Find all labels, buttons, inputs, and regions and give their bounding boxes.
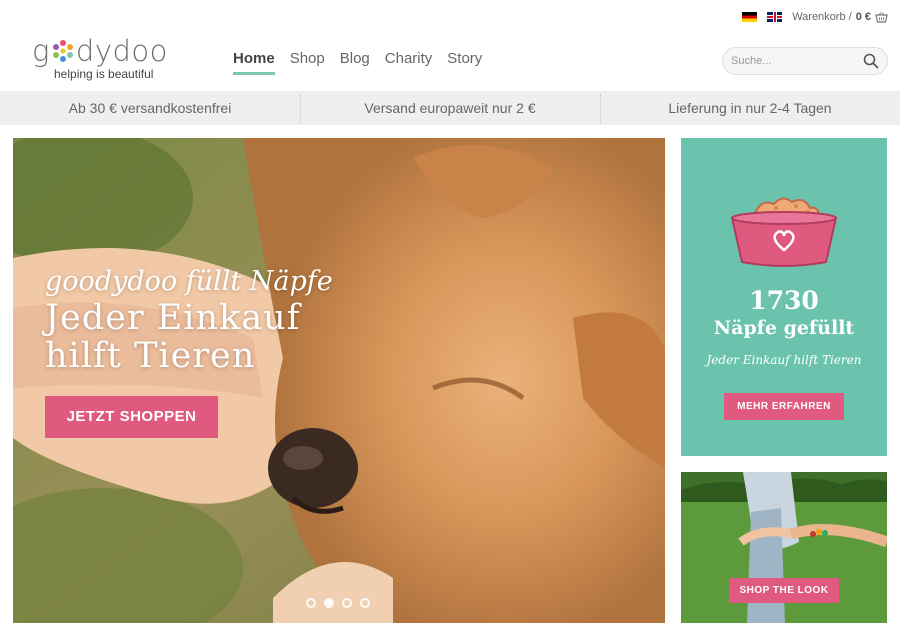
search-input[interactable] <box>731 55 851 67</box>
cart-label: Warenkorb / <box>792 11 852 23</box>
charity-card-script: Jeder Einkauf hilft Tieren <box>706 353 862 367</box>
shop-the-look-card[interactable]: SHOP THE LOOK <box>681 472 887 623</box>
flag-uk-icon[interactable] <box>767 12 783 22</box>
nav-item-home[interactable]: Home <box>233 50 275 75</box>
nav-item-shop[interactable]: Shop <box>290 50 325 75</box>
bowls-filled-title: Näpfe gefüllt <box>713 317 855 339</box>
usp-free-shipping: Ab 30 € versandkostenfrei <box>68 100 232 116</box>
basket-icon <box>875 11 888 23</box>
shop-now-button[interactable]: JETZT SHOPPEN <box>45 396 218 438</box>
search-icon[interactable] <box>863 53 879 69</box>
charity-card: 1730 Näpfe gefüllt Jeder Einkauf hilft T… <box>681 138 887 456</box>
hero-script-line: goodydoo füllt Näpfe <box>45 266 333 297</box>
hero-headline-line-1: Jeder Einkauf <box>45 298 301 338</box>
flag-de-icon[interactable] <box>742 12 758 22</box>
hero-text-block: goodydoo füllt Näpfe Jeder Einkauf hilft… <box>45 266 333 375</box>
slider-dots <box>306 598 370 608</box>
nav-item-blog[interactable]: Blog <box>340 50 370 75</box>
hero-slider[interactable]: goodydoo füllt Näpfe Jeder Einkauf hilft… <box>13 138 665 623</box>
search-box <box>722 47 888 75</box>
hero-dog-image <box>13 138 665 623</box>
logo-wordmark: g dydoo <box>32 34 168 68</box>
nav-item-charity[interactable]: Charity <box>385 50 433 75</box>
slider-dot-1[interactable] <box>306 598 316 608</box>
slider-dot-4[interactable] <box>360 598 370 608</box>
hero-headline-line-2: hilft Tieren <box>45 336 256 376</box>
site-logo[interactable]: g dydoo helping is beautiful <box>32 34 192 86</box>
bowls-filled-count: 1730 <box>749 286 819 315</box>
top-utility-bar: Warenkorb / 0 € <box>742 8 888 26</box>
slider-dot-2[interactable] <box>324 598 334 608</box>
cart-total: 0 € <box>855 11 871 23</box>
logo-flower-icon <box>52 40 73 62</box>
usp-eu-shipping: Versand europaweit nur 2 € <box>300 94 600 124</box>
hero-headline: Jeder Einkauf hilft Tieren <box>45 299 333 375</box>
logo-tagline: helping is beautiful <box>54 67 154 81</box>
learn-more-button[interactable]: MEHR ERFAHREN <box>724 393 844 420</box>
usp-delivery-time: Lieferung in nur 2-4 Tagen <box>600 94 900 124</box>
main-nav: Home Shop Blog Charity Story <box>233 50 482 75</box>
usp-bar: Ab 30 € versandkostenfrei Versand europa… <box>0 91 900 125</box>
slider-dot-3[interactable] <box>342 598 352 608</box>
shop-the-look-button[interactable]: SHOP THE LOOK <box>729 578 839 603</box>
food-bowl-heart-icon <box>730 197 838 267</box>
cart-link[interactable]: Warenkorb / 0 € <box>792 11 888 23</box>
nav-item-story[interactable]: Story <box>447 50 482 75</box>
